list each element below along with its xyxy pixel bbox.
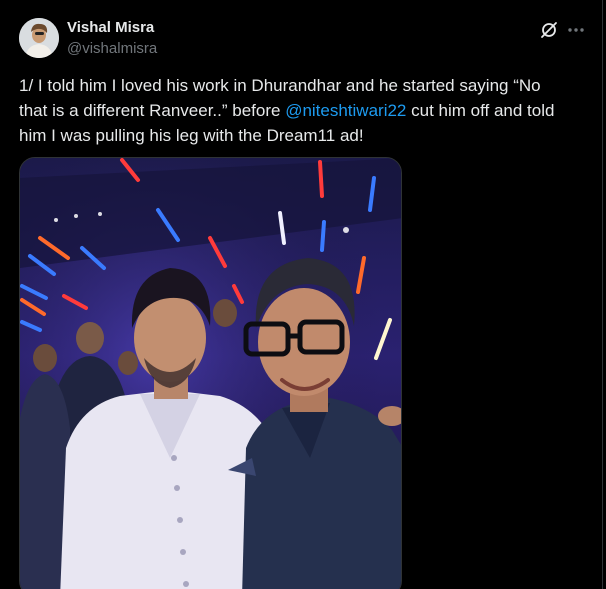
author-avatar[interactable] bbox=[19, 18, 59, 58]
mention-link[interactable]: @niteshtiwari22 bbox=[285, 101, 406, 120]
tweet-line-2: that is a different Ranveer..” before @n… bbox=[19, 98, 591, 123]
author-handle[interactable]: @vishalmisra bbox=[67, 40, 157, 57]
more-dots-icon[interactable] bbox=[564, 19, 588, 41]
tweet-text: 1/ I told him I loved his work in Dhuran… bbox=[19, 73, 591, 148]
author-display-name[interactable]: Vishal Misra bbox=[67, 19, 154, 36]
tweet-card[interactable]: Vishal Misra @vishalmisra 1/ I told him … bbox=[0, 0, 603, 589]
tweet-line-2-end: cut him off and told bbox=[406, 101, 555, 120]
tweet-line-1: 1/ I told him I loved his work in Dhuran… bbox=[19, 76, 541, 95]
tweet-line-2-start: that is a different Ranveer..” before bbox=[19, 101, 286, 120]
tweet-photo[interactable] bbox=[19, 157, 402, 589]
grok-icon[interactable] bbox=[538, 19, 560, 41]
tweet-line-3: him I was pulling his leg with the Dream… bbox=[19, 126, 364, 145]
